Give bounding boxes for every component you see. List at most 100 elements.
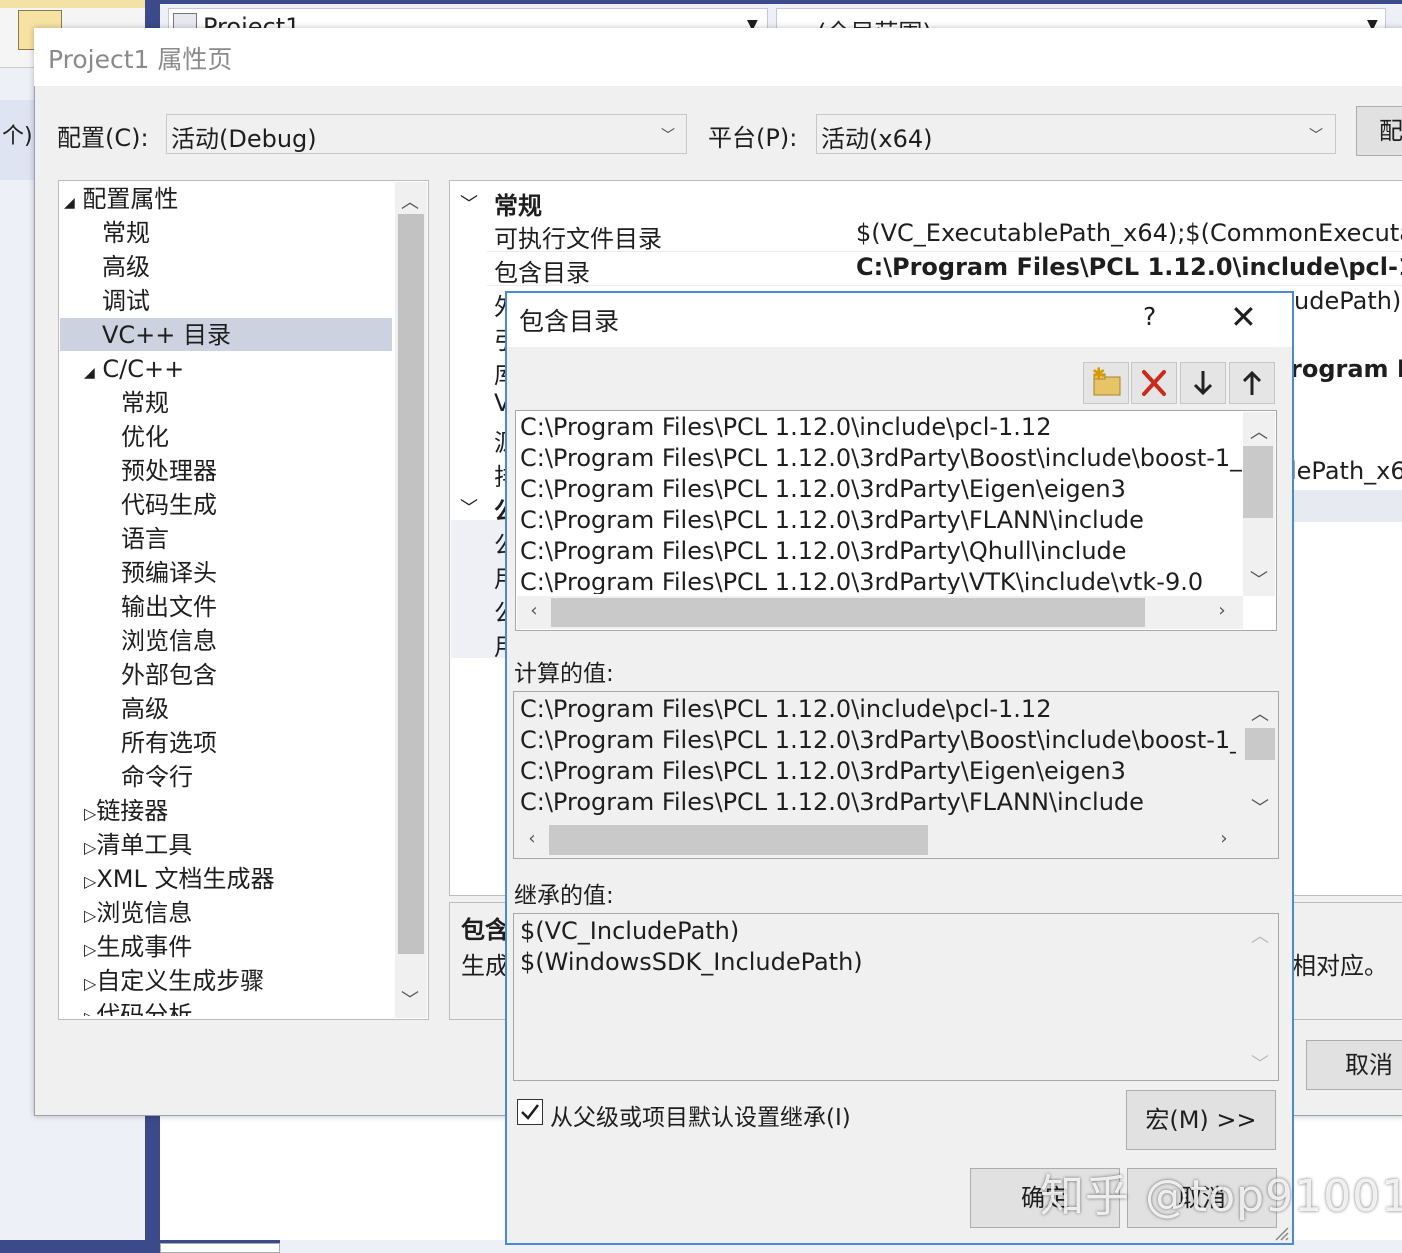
scroll-up-icon[interactable]: ︿ bbox=[1246, 700, 1274, 726]
scroll-down-icon[interactable]: ﹀ bbox=[1245, 566, 1273, 592]
evaluated-vscrollbar-thumb[interactable] bbox=[1245, 728, 1275, 760]
inherited-item: $(VC_IncludePath) bbox=[520, 917, 740, 945]
macros-button[interactable]: 宏(M) >> bbox=[1126, 1090, 1276, 1150]
svg-text:✱: ✱ bbox=[1092, 364, 1105, 383]
resize-grip-icon[interactable] bbox=[1272, 1224, 1290, 1242]
collapsed-triangle-icon: ▷ bbox=[84, 906, 97, 925]
tree-root[interactable]: ◢ 配置属性 bbox=[64, 182, 178, 216]
scroll-left-icon[interactable]: ‹ bbox=[520, 600, 548, 621]
tree-group-browse[interactable]: ▷浏览信息 bbox=[84, 896, 192, 930]
move-down-button[interactable] bbox=[1180, 362, 1226, 404]
tree-item-cpp-preprocessor[interactable]: 预处理器 bbox=[121, 454, 217, 488]
evaluated-item: C:\Program Files\PCL 1.12.0\3rdParty\Boo… bbox=[520, 726, 1236, 754]
scroll-up-icon[interactable]: ︿ bbox=[396, 188, 424, 214]
list-item[interactable]: C:\Program Files\PCL 1.12.0\include\pcl-… bbox=[520, 413, 1242, 441]
scroll-left-icon[interactable]: ‹ bbox=[518, 828, 546, 849]
list-item[interactable]: C:\Program Files\PCL 1.12.0\3rdParty\Eig… bbox=[520, 475, 1242, 503]
tree-item-advanced[interactable]: 高级 bbox=[102, 250, 150, 284]
tree-scrollbar-thumb[interactable] bbox=[398, 214, 424, 954]
grid-value-partial[interactable]: rogram F bbox=[1290, 355, 1402, 383]
arrow-down-icon bbox=[1193, 371, 1213, 396]
collapsed-triangle-icon: ▷ bbox=[84, 974, 97, 993]
list-item[interactable]: C:\Program Files\PCL 1.12.0\3rdParty\Boo… bbox=[520, 444, 1242, 472]
list-item[interactable]: C:\Program Files\PCL 1.12.0\3rdParty\FLA… bbox=[520, 506, 1242, 534]
ide-left-top-stripe bbox=[0, 0, 145, 8]
evaluated-label: 计算的值: bbox=[514, 661, 614, 687]
tree-group-label: XML 文档生成器 bbox=[96, 865, 275, 893]
tree-item-cpp-all-options[interactable]: 所有选项 bbox=[121, 726, 217, 760]
tree-group-label: 清单工具 bbox=[96, 831, 193, 859]
tree-item-cpp-codegen[interactable]: 代码生成 bbox=[121, 488, 217, 522]
tree-group-custom-build[interactable]: ▷自定义生成步骤 bbox=[84, 964, 264, 998]
scroll-right-icon[interactable]: › bbox=[1210, 828, 1238, 849]
property-cancel-button[interactable]: 取消 bbox=[1306, 1040, 1402, 1090]
watermark: 知乎 @top91001 bbox=[1040, 1171, 1402, 1222]
ide-bottom-tab[interactable] bbox=[160, 1243, 280, 1253]
help-button[interactable]: ? bbox=[1143, 302, 1156, 331]
tree-group-xml-doc[interactable]: ▷XML 文档生成器 bbox=[84, 862, 274, 896]
tree-item-cpp-browse[interactable]: 浏览信息 bbox=[121, 624, 217, 658]
config-select[interactable]: 活动(Debug) ﹀ bbox=[166, 114, 687, 154]
platform-select[interactable]: 活动(x64) ﹀ bbox=[816, 114, 1336, 154]
list-item[interactable]: C:\Program Files\PCL 1.12.0\3rdParty\Qhu… bbox=[520, 537, 1242, 565]
scroll-down-icon: ﹀ bbox=[1251, 1054, 1269, 1075]
dialog-title: 包含目录 bbox=[519, 307, 620, 336]
platform-label: 平台(P): bbox=[708, 124, 798, 152]
grid-category-general: 常规 bbox=[494, 192, 542, 220]
collapsed-triangle-icon: ▷ bbox=[84, 872, 97, 891]
delete-line-button[interactable] bbox=[1131, 362, 1177, 404]
collapsed-triangle-icon: ▷ bbox=[84, 1008, 96, 1016]
collapsed-triangle-icon: ▷ bbox=[84, 940, 97, 959]
grid-value[interactable]: $(VC_ExecutablePath_x64);$(CommonExecuta… bbox=[856, 219, 1402, 247]
tree-item-cpp-optimization[interactable]: 优化 bbox=[121, 420, 169, 454]
tree-item-cpp-command-line[interactable]: 命令行 bbox=[121, 760, 193, 794]
tree-item-cpp-pch[interactable]: 预编译头 bbox=[121, 556, 217, 590]
tree-item-vc-directories[interactable]: VC++ 目录 bbox=[102, 318, 231, 352]
scroll-down-icon[interactable]: ﹀ bbox=[396, 986, 424, 1012]
scroll-up-icon: ︿ bbox=[1251, 926, 1269, 947]
move-up-button[interactable] bbox=[1229, 362, 1275, 404]
tree-group-code-analysis[interactable]: ▷代码分析 bbox=[84, 998, 192, 1016]
description-text: 生成 bbox=[461, 952, 509, 980]
close-icon[interactable]: ✕ bbox=[1230, 298, 1257, 336]
scroll-right-icon[interactable]: › bbox=[1208, 600, 1236, 621]
tree-group-manifest[interactable]: ▷清单工具 bbox=[84, 828, 192, 862]
dialog-titlebar bbox=[507, 293, 1292, 347]
tree-item-debugging[interactable]: 调试 bbox=[102, 284, 150, 318]
grid-category-band bbox=[1292, 490, 1402, 522]
list-vscrollbar-thumb[interactable] bbox=[1243, 446, 1273, 518]
expanded-triangle-icon: ◢ bbox=[64, 195, 75, 211]
inherited-item: $(WindowsSDK_IncludePath) bbox=[520, 948, 863, 976]
tree-group-cpp[interactable]: ◢ C/C++ bbox=[84, 352, 184, 386]
new-line-button[interactable]: ✱ bbox=[1083, 362, 1129, 404]
grid-value-partial[interactable]: udePath); bbox=[1294, 287, 1402, 315]
tree-item-general[interactable]: 常规 bbox=[102, 216, 150, 250]
tree-item-cpp-language[interactable]: 语言 bbox=[121, 522, 169, 556]
grid-value[interactable]: C:\Program Files\PCL 1.12.0\include\pcl-… bbox=[856, 253, 1402, 281]
tree-item-cpp-external[interactable]: 外部包含 bbox=[121, 658, 217, 692]
arrow-up-icon bbox=[1242, 370, 1262, 395]
grid-name: 包含目录 bbox=[494, 259, 590, 287]
tree-item-cpp-general[interactable]: 常规 bbox=[121, 386, 169, 420]
delete-icon bbox=[1142, 370, 1166, 396]
scroll-down-icon[interactable]: ﹀ bbox=[1246, 794, 1274, 820]
description-title: 包含 bbox=[461, 916, 509, 944]
config-manager-button[interactable]: 配 bbox=[1356, 106, 1402, 156]
evaluated-hscrollbar-thumb[interactable] bbox=[549, 825, 928, 855]
tree-group-label: 代码分析 bbox=[96, 1001, 193, 1016]
property-page-title: Project1 属性页 bbox=[48, 45, 233, 74]
tree-group-build-events[interactable]: ▷生成事件 bbox=[84, 930, 192, 964]
inherit-checkbox-label[interactable]: 从父级或项目默认设置继承(I) bbox=[550, 1098, 851, 1132]
ide-top-stripe bbox=[160, 0, 1402, 4]
chevron-down-icon[interactable]: ﹀ bbox=[460, 190, 478, 216]
list-item[interactable]: C:\Program Files\PCL 1.12.0\3rdParty\VTK… bbox=[520, 568, 1242, 594]
tree-group-linker[interactable]: ▷链接器 bbox=[84, 794, 168, 828]
inherit-checkbox[interactable] bbox=[517, 1099, 543, 1125]
inherited-label: 继承的值: bbox=[514, 883, 614, 909]
tree-item-cpp-advanced[interactable]: 高级 bbox=[121, 692, 169, 726]
tree-item-cpp-output[interactable]: 输出文件 bbox=[121, 590, 217, 624]
list-hscrollbar-thumb[interactable] bbox=[551, 598, 1145, 627]
grid-value-partial[interactable]: lePath_x6 bbox=[1290, 457, 1402, 485]
scroll-up-icon[interactable]: ︿ bbox=[1245, 418, 1273, 444]
chevron-down-icon[interactable]: ﹀ bbox=[460, 494, 478, 520]
